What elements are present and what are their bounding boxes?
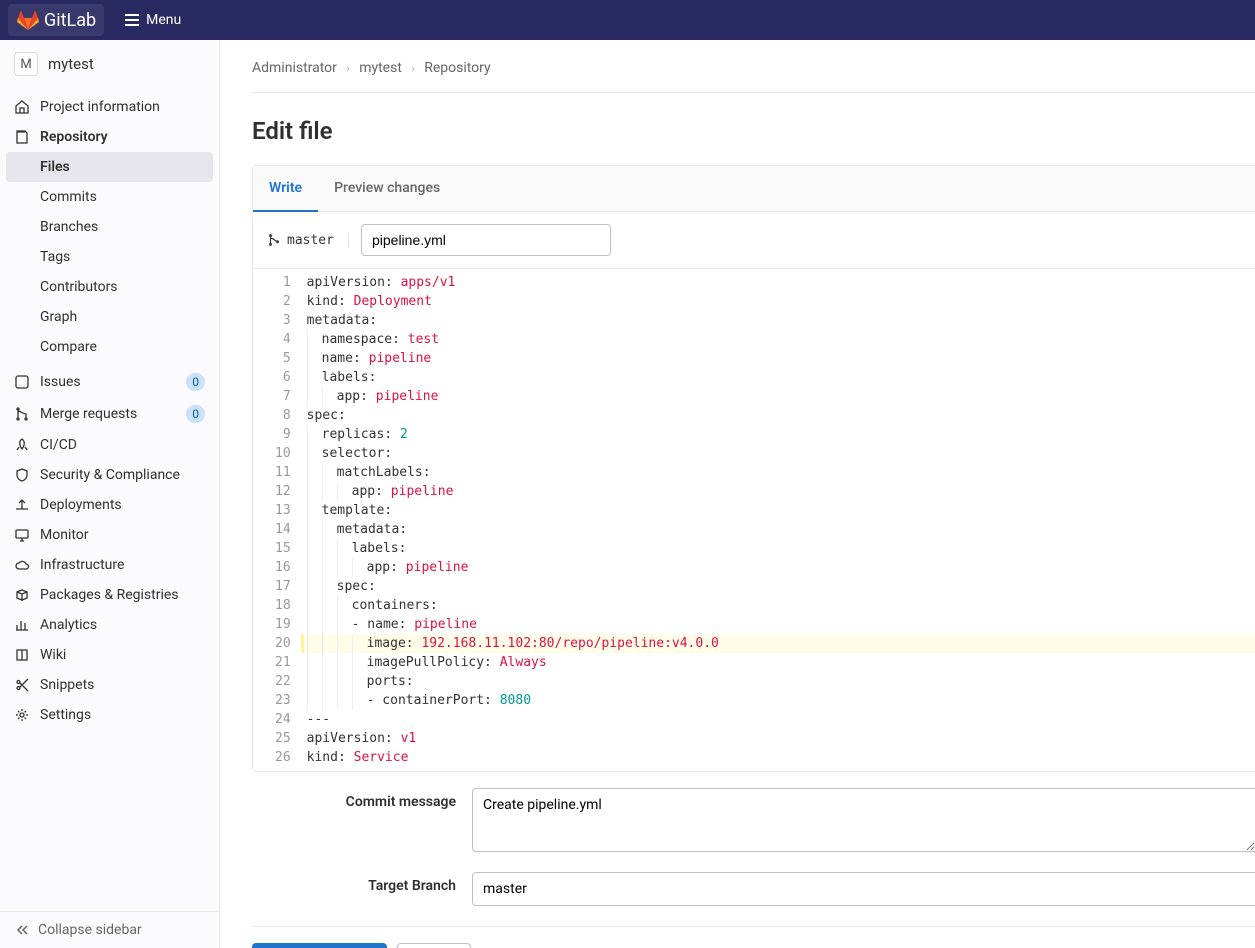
commit-button[interactable]: Commit changes xyxy=(252,943,387,948)
breadcrumb-admin[interactable]: Administrator xyxy=(252,60,337,76)
line-gutter: 1234567891011121314151617181920212223242… xyxy=(253,269,301,771)
package-icon xyxy=(14,587,30,603)
top-header: GitLab Menu xyxy=(0,0,1255,40)
commit-message-input[interactable] xyxy=(472,788,1255,852)
cloud-icon xyxy=(14,557,30,573)
breadcrumb-repository[interactable]: Repository xyxy=(424,60,490,76)
sidebar-item-repository[interactable]: Repository xyxy=(0,122,219,152)
monitor-icon xyxy=(14,527,30,543)
sidebar-sub-branches[interactable]: Branches xyxy=(0,212,219,242)
tab-preview[interactable]: Preview changes xyxy=(318,166,456,211)
gitlab-logo[interactable]: GitLab xyxy=(8,4,104,36)
sidebar-item-issues[interactable]: Issues 0 xyxy=(0,366,219,398)
menu-label: Menu xyxy=(146,12,181,28)
merge-icon xyxy=(14,406,30,422)
sidebar-item-settings[interactable]: Settings xyxy=(0,700,219,730)
chevrons-left-icon xyxy=(14,922,30,938)
brand-text: GitLab xyxy=(44,10,96,31)
sidebar-item-project-info[interactable]: Project information xyxy=(0,92,219,122)
commit-message-label: Commit message xyxy=(252,788,472,810)
collapse-sidebar-button[interactable]: Collapse sidebar xyxy=(0,911,219,948)
main-content: Administrator › mytest › Repository Edit… xyxy=(220,40,1255,948)
deployments-icon xyxy=(14,497,30,513)
commit-message-row: Commit message xyxy=(252,772,1255,856)
sidebar-sub-graph[interactable]: Graph xyxy=(0,302,219,332)
project-avatar: M xyxy=(14,52,38,76)
home-icon xyxy=(14,99,30,115)
menu-button[interactable]: Menu xyxy=(116,8,189,32)
gear-icon xyxy=(14,707,30,723)
project-header[interactable]: M mytest xyxy=(0,40,219,88)
sidebar-item-cicd[interactable]: CI/CD xyxy=(0,430,219,460)
sidebar-sub-commits[interactable]: Commits xyxy=(0,182,219,212)
sidebar-item-packages[interactable]: Packages & Registries xyxy=(0,580,219,610)
sidebar-item-snippets[interactable]: Snippets xyxy=(0,670,219,700)
tabs: Write Preview changes xyxy=(253,166,1255,212)
branch-icon xyxy=(267,233,281,247)
target-branch-label: Target Branch xyxy=(252,872,472,894)
sidebar-sub-tags[interactable]: Tags xyxy=(0,242,219,272)
sidebar-sub-files[interactable]: Files xyxy=(6,152,213,182)
sidebar-item-monitor[interactable]: Monitor xyxy=(0,520,219,550)
cancel-button[interactable]: Cancel xyxy=(397,943,471,948)
editor-panel: Write Preview changes master 12345678910… xyxy=(252,165,1255,772)
code-body[interactable]: apiVersion: apps/v1kind: Deploymentmetad… xyxy=(301,269,1255,771)
branch-name: master xyxy=(287,233,334,248)
target-branch-input[interactable] xyxy=(472,872,1255,906)
tab-write[interactable]: Write xyxy=(253,166,318,212)
actions-bar: Commit changes Cancel xyxy=(252,926,1255,948)
sidebar-item-wiki[interactable]: Wiki xyxy=(0,640,219,670)
code-editor[interactable]: 1234567891011121314151617181920212223242… xyxy=(253,268,1255,771)
shield-icon xyxy=(14,467,30,483)
page-title: Edit file xyxy=(252,117,1255,145)
branch-display: master xyxy=(267,233,349,248)
scissors-icon xyxy=(14,677,30,693)
sidebar-sub-contributors[interactable]: Contributors xyxy=(0,272,219,302)
sidebar-item-infrastructure[interactable]: Infrastructure xyxy=(0,550,219,580)
issues-badge: 0 xyxy=(186,373,205,391)
repository-icon xyxy=(14,129,30,145)
target-branch-row: Target Branch xyxy=(252,856,1255,906)
breadcrumb: Administrator › mytest › Repository xyxy=(252,60,1255,93)
project-name: mytest xyxy=(48,55,94,73)
sidebar: M mytest Project information Repository … xyxy=(0,40,220,948)
chart-icon xyxy=(14,617,30,633)
file-bar: master xyxy=(253,212,1255,268)
sidebar-item-merge-requests[interactable]: Merge requests 0 xyxy=(0,398,219,430)
sidebar-item-deployments[interactable]: Deployments xyxy=(0,490,219,520)
gitlab-icon xyxy=(16,8,40,32)
sidebar-item-analytics[interactable]: Analytics xyxy=(0,610,219,640)
book-icon xyxy=(14,647,30,663)
filename-input[interactable] xyxy=(361,224,611,256)
rocket-icon xyxy=(14,437,30,453)
hamburger-icon xyxy=(124,12,140,28)
issues-icon xyxy=(14,374,30,390)
mrs-badge: 0 xyxy=(186,405,205,423)
sidebar-item-security[interactable]: Security & Compliance xyxy=(0,460,219,490)
breadcrumb-project[interactable]: mytest xyxy=(359,60,402,76)
sidebar-sub-compare[interactable]: Compare xyxy=(0,332,219,362)
